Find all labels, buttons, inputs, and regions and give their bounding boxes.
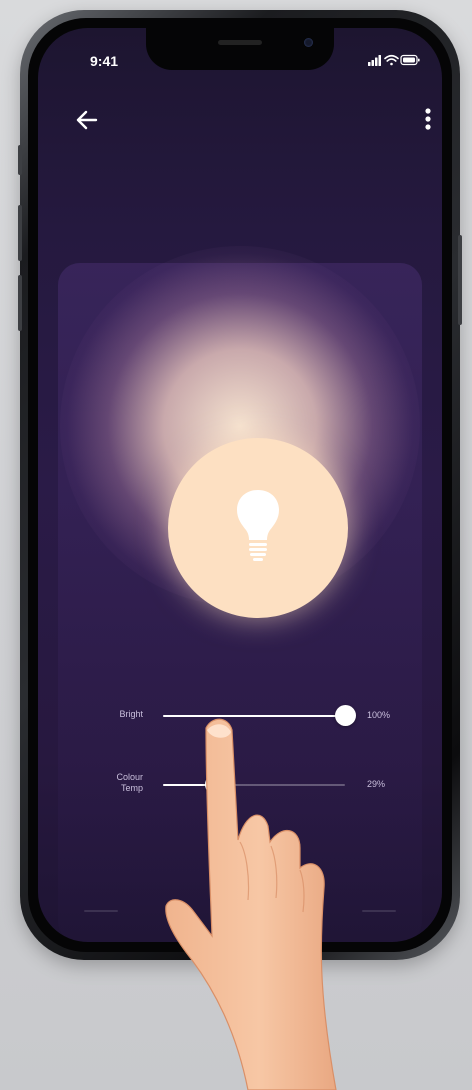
- battery-icon: [400, 54, 420, 66]
- lightbulb-icon: [237, 490, 279, 561]
- signal-icon: [368, 55, 381, 66]
- colour-temp-label-line2: Temp: [120, 783, 143, 793]
- mute-switch: [18, 145, 22, 175]
- colour-temp-value: 29%: [367, 779, 386, 789]
- colour-temp-slider-track[interactable]: [163, 784, 345, 786]
- power-button: [458, 235, 462, 325]
- brightness-slider-thumb[interactable]: [334, 705, 356, 726]
- bottom-nav-mark-right: [362, 910, 396, 912]
- wifi-icon: [384, 54, 399, 66]
- arrow-left-icon: [76, 110, 98, 130]
- colour-temp-label-line1: Colour: [116, 772, 143, 782]
- back-button[interactable]: [74, 108, 102, 132]
- more-options-button[interactable]: [420, 106, 436, 134]
- notch: [146, 28, 334, 70]
- lamp-toggle-button[interactable]: [168, 438, 348, 618]
- brightness-label: Bright: [119, 709, 143, 719]
- brightness-value: 100%: [367, 710, 391, 720]
- phone-screen: 9:41 Bright 100% Colour Temp 29%: [38, 28, 442, 942]
- speaker-grille: [218, 40, 262, 45]
- colour-temp-label: Colour Temp: [83, 772, 143, 794]
- front-camera: [304, 38, 313, 47]
- status-icons: [368, 54, 420, 66]
- scene: 9:41 Bright 100% Colour Temp 29%: [0, 0, 472, 1090]
- more-vertical-icon: [425, 108, 431, 130]
- brightness-slider-fill: [163, 715, 345, 717]
- bottom-nav-mark-left: [84, 910, 118, 912]
- volume-down-button: [18, 275, 22, 331]
- volume-up-button: [18, 205, 22, 261]
- brightness-slider-track[interactable]: [163, 715, 345, 717]
- status-time: 9:41: [90, 53, 119, 69]
